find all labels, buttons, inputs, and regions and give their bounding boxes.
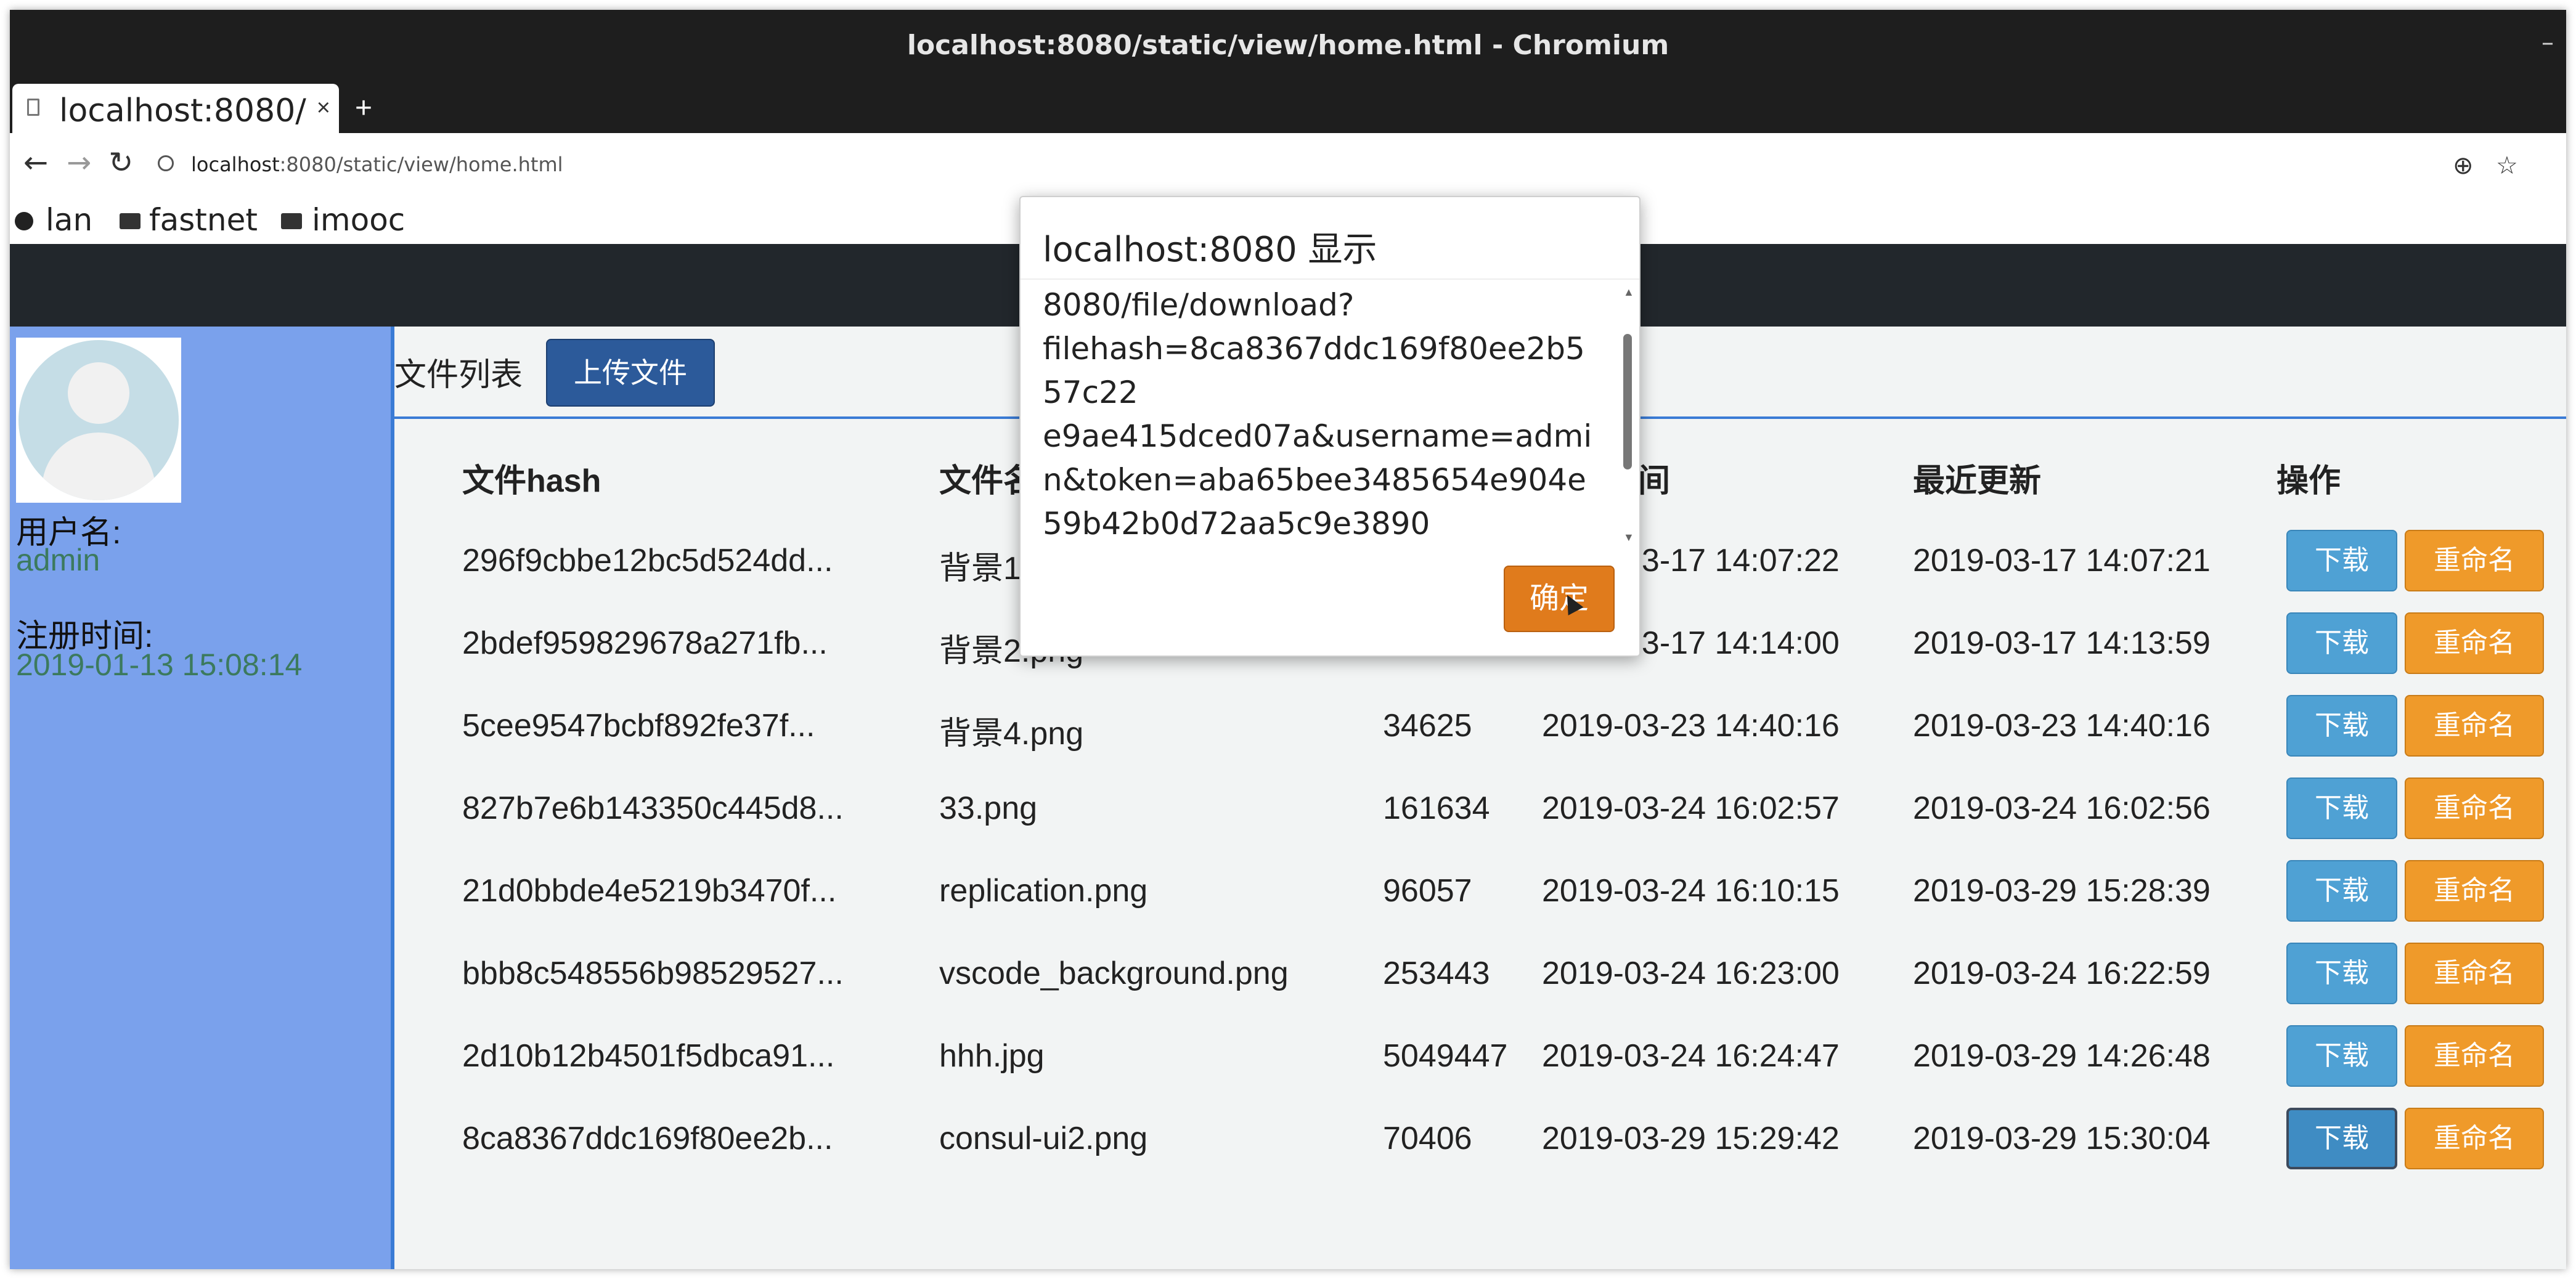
info-icon[interactable] [158,155,174,171]
cell-hash: 8ca8367ddc169f80ee2b... [462,1121,833,1156]
cell-updated-time: 2019-03-29 15:28:39 [1913,873,2211,909]
scroll-thumb[interactable] [1623,334,1632,469]
address-bar[interactable]: localhost:8080/static/view/home.html [191,153,563,176]
cell-upload-time: 2019-03-24 16:02:57 [1542,790,1840,826]
cell-size: 96057 [1383,873,1472,909]
download-button[interactable]: 下载 [2286,1108,2397,1169]
bookmark-imooc[interactable]: imooc [312,202,405,238]
username-value: admin [16,543,100,577]
browser-toolbar: ← → ↻ localhost:8080/static/view/home.ht… [10,133,2566,197]
bookmark-fastnet[interactable]: fastnet [149,202,258,238]
dialog-message-line: n&token=aba65bee3485654e904e [1043,462,1586,498]
rename-button[interactable]: 重命名 [2405,943,2544,1004]
back-icon[interactable]: ← [23,145,48,180]
column-header-hash: 文件hash [462,463,601,499]
dialog-message-line: e9ae415dced07a&username=admi [1043,418,1592,454]
alert-dialog: localhost:8080 显示 8080/file/download? fi… [1019,196,1641,657]
new-tab-button[interactable]: + [355,91,372,125]
download-button[interactable]: 下载 [2286,695,2397,757]
rename-button[interactable]: 重命名 [2405,695,2544,757]
cell-filename: 背景4.png [939,716,1084,752]
download-button[interactable]: 下载 [2286,778,2397,839]
rename-button[interactable]: 重命名 [2405,530,2544,591]
avatar [16,338,181,503]
window-title: localhost:8080/static/view/home.html - C… [907,30,1669,61]
reload-icon[interactable]: ↻ [108,145,133,180]
cell-hash: 2d10b12b4501f5dbca91... [462,1038,835,1074]
cell-hash: 21d0bbde4e5219b3470f... [462,873,837,909]
column-header-actions: 操作 [2276,463,2341,499]
dialog-scrollbar[interactable]: ▲ ▼ [1622,285,1634,544]
cell-hash: 5cee9547bcbf892fe37f... [462,708,815,744]
dialog-message: 8080/file/download? filehash=8ca8367ddc1… [1043,283,1597,542]
browser-tab[interactable]: localhost:8080/ × [12,84,339,133]
bookmark-star-icon[interactable]: ☆ [2496,152,2518,180]
cell-upload-time: 2019-03-24 16:10:15 [1542,873,1840,909]
cell-hash: 2bdef959829678a271fb... [462,625,828,661]
close-tab-icon[interactable]: × [317,95,330,121]
cell-updated-time: 2019-03-29 15:30:04 [1913,1121,2211,1156]
dialog-title: localhost:8080 显示 [1043,230,1377,270]
cell-updated-time: 2019-03-24 16:22:59 [1913,956,2211,991]
dialog-message-line: filehash=8ca8367ddc169f80ee2b5 [1043,331,1585,367]
folder-icon [281,213,302,229]
browser-window: localhost:8080/static/view/home.html - C… [10,10,2566,1269]
tab-title: localhost:8080/ [59,92,306,129]
cell-size: 161634 [1383,790,1490,826]
folder-icon [120,213,141,229]
download-button[interactable]: 下载 [2286,860,2397,922]
rename-button[interactable]: 重命名 [2405,1108,2544,1169]
cell-size: 5049447 [1383,1038,1508,1074]
tab-strip: localhost:8080/ × + [10,74,2566,133]
rename-button[interactable]: 重命名 [2405,612,2544,674]
cell-filename: 33.png [939,790,1038,826]
cell-filename: consul-ui2.png [939,1121,1148,1156]
cell-size: 253443 [1383,956,1490,991]
cell-upload-time: 2019-03-24 16:23:00 [1542,956,1840,991]
cell-updated-time: 2019-03-17 14:07:21 [1913,543,2211,579]
dialog-message-line: 8080/file/download? [1043,287,1355,323]
download-button[interactable]: 下载 [2286,612,2397,674]
page-icon [27,99,39,116]
download-button[interactable]: 下载 [2286,943,2397,1004]
cell-upload-time: 2019-03-23 14:40:16 [1542,708,1840,744]
title-bar: localhost:8080/static/view/home.html - C… [10,10,2566,78]
cell-filename: vscode_background.png [939,956,1289,991]
rename-button[interactable]: 重命名 [2405,860,2544,922]
cell-updated-time: 2019-03-17 14:13:59 [1913,625,2211,661]
cell-updated-time: 2019-03-24 16:02:56 [1913,790,2211,826]
cell-updated-time: 2019-03-29 14:26:48 [1913,1038,2211,1074]
minimize-button[interactable]: – [2541,28,2554,57]
cell-upload-time: 2019-03-29 15:29:42 [1542,1121,1840,1156]
scroll-up-icon[interactable]: ▲ [1623,286,1634,299]
dialog-message-line: 57c22 [1043,375,1138,410]
zoom-icon[interactable]: ⊕ [2453,152,2474,180]
column-header-updated: 最近更新 [1913,463,2042,499]
cell-hash: bbb8c548556b98529527... [462,956,844,991]
dialog-message-line: 59b42b0d72aa5c9e3890 [1043,506,1430,542]
cell-size: 34625 [1383,708,1472,744]
url-host: localhost [191,153,280,176]
file-list-title: 文件列表 [394,357,523,393]
github-icon [15,212,33,230]
cell-size: 70406 [1383,1121,1472,1156]
user-sidebar: 用户名: admin 注册时间: 2019-01-13 15:08:14 [10,327,391,1269]
cell-filename: replication.png [939,873,1148,909]
forward-icon[interactable]: → [67,145,91,180]
cell-upload-time: 2019-03-24 16:24:47 [1542,1038,1840,1074]
register-time-value: 2019-01-13 15:08:14 [16,648,303,682]
dialog-divider [1021,278,1639,280]
download-button[interactable]: 下载 [2286,1025,2397,1087]
scroll-down-icon[interactable]: ▼ [1623,531,1634,544]
cell-hash: 827b7e6b143350c445d8... [462,790,844,826]
cell-hash: 296f9cbbe12bc5d524dd... [462,543,833,579]
cell-filename: hhh.jpg [939,1038,1045,1074]
cell-updated-time: 2019-03-23 14:40:16 [1913,708,2211,744]
upload-button[interactable]: 上传文件 [546,339,715,407]
download-button[interactable]: 下载 [2286,530,2397,591]
bookmark-lan[interactable]: lan [46,202,92,238]
rename-button[interactable]: 重命名 [2405,1025,2544,1087]
rename-button[interactable]: 重命名 [2405,778,2544,839]
url-path: :8080/static/view/home.html [279,153,563,176]
